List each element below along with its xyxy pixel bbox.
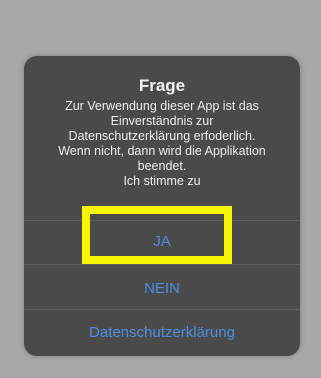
dialog-title: Frage xyxy=(138,76,186,95)
alert-dialog: Frage Zur Verwendung dieser App ist das … xyxy=(24,56,300,356)
dialog-body: Frage Zur Verwendung dieser App ist das … xyxy=(24,56,300,220)
yes-button[interactable]: JA xyxy=(24,220,300,264)
no-button[interactable]: NEIN xyxy=(24,264,300,308)
privacy-policy-button[interactable]: Datenschutzerklärung xyxy=(24,309,300,356)
dialog-message: Zur Verwendung dieser App ist das Einver… xyxy=(58,99,266,188)
